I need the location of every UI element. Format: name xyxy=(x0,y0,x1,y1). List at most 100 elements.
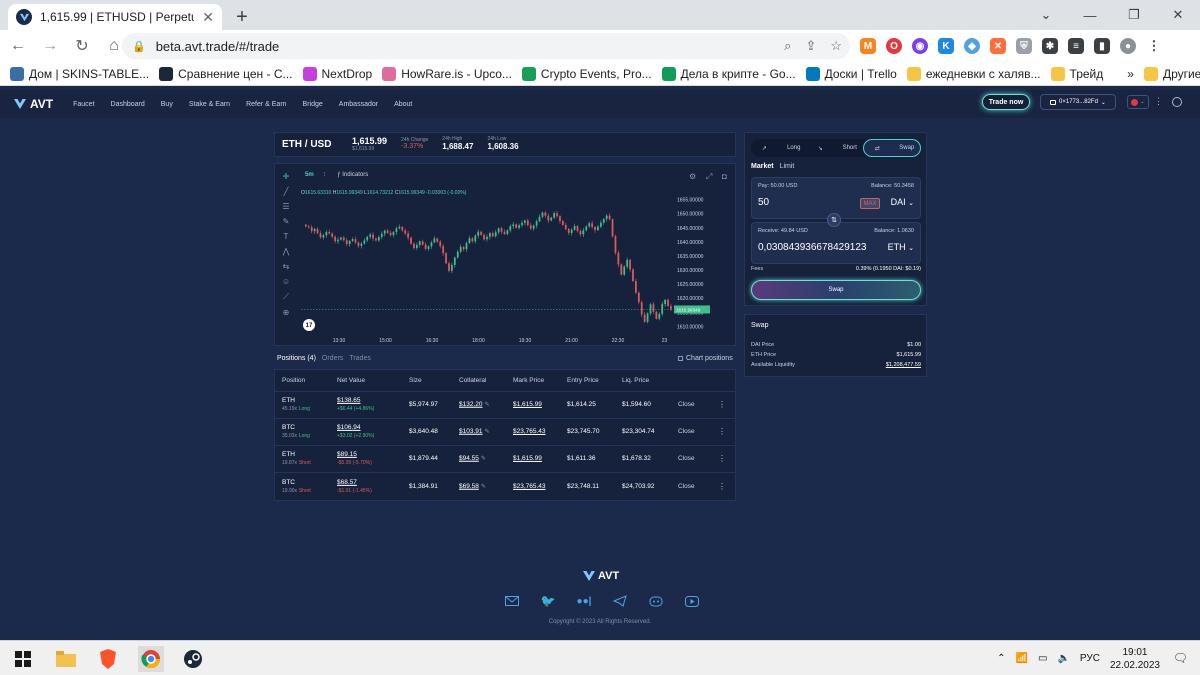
extensions-puzzle-icon[interactable]: ✱ xyxy=(1042,38,1058,54)
edit-pencil-icon[interactable]: ✎ xyxy=(481,456,486,462)
nav-link-about[interactable]: About xyxy=(394,101,412,108)
steam-icon[interactable] xyxy=(180,646,206,672)
side-panel-icon[interactable]: ▮ xyxy=(1094,38,1110,54)
reload-icon[interactable]: ↻ xyxy=(68,32,96,60)
candle-type-icon[interactable]: ⫶ xyxy=(324,172,326,179)
chrome-icon[interactable] xyxy=(138,646,164,672)
nav-link-refer[interactable]: Refer & Earn xyxy=(246,101,286,108)
bookmark-item[interactable]: HowRare.is - Upco... xyxy=(382,66,512,81)
pay-token-selector[interactable]: DAI ⌄ xyxy=(891,197,914,207)
row-menu-icon[interactable]: ⋮ xyxy=(718,482,726,492)
edit-pencil-icon[interactable]: ✎ xyxy=(481,483,486,489)
nav-link-stake[interactable]: Stake & Earn xyxy=(189,101,230,108)
bookmark-item[interactable]: Трейд xyxy=(1050,66,1103,81)
receive-token-selector[interactable]: ETH ⌄ xyxy=(888,242,914,252)
close-position-button[interactable]: Close xyxy=(678,401,695,409)
tab-long[interactable]: ↗ Long xyxy=(751,139,807,157)
trade-now-button[interactable]: Trade now xyxy=(982,94,1030,110)
restore-icon[interactable]: ❐ xyxy=(1112,0,1156,30)
battery-icon[interactable]: ▭ xyxy=(1038,653,1047,664)
language-indicator[interactable]: РУС xyxy=(1080,653,1100,664)
extension-k-icon[interactable]: K xyxy=(938,38,954,54)
other-bookmarks[interactable]: Другие закладки xyxy=(1143,66,1200,81)
network-wifi-icon[interactable]: 📶 xyxy=(1016,653,1028,664)
email-icon[interactable] xyxy=(504,595,520,607)
browser-menu-icon[interactable]: ⋮ xyxy=(1146,38,1162,54)
text-icon[interactable]: T xyxy=(284,232,289,241)
pair-selector[interactable]: ETH / USD xyxy=(282,139,352,150)
camera-icon[interactable]: ◘ xyxy=(722,172,727,181)
bookmarks-more-button[interactable]: » xyxy=(1127,67,1134,81)
max-button[interactable]: MAX xyxy=(860,198,880,209)
pay-amount-input[interactable]: 50 xyxy=(758,197,769,208)
close-tab-icon[interactable]: ✕ xyxy=(202,9,214,26)
extension-shield-icon[interactable]: ⛨ xyxy=(1016,38,1032,54)
timeframe-button[interactable]: 5m xyxy=(305,172,314,178)
tab-market[interactable]: Market xyxy=(751,163,774,170)
chart-positions-toggle[interactable]: Chart positions xyxy=(678,355,733,362)
tray-chevron-up-icon[interactable]: ⌃ xyxy=(997,653,1005,664)
position-asset[interactable]: ETH 19.87x Short xyxy=(282,451,311,467)
measure-icon[interactable]: ⇆ xyxy=(283,262,290,271)
indicators-button[interactable]: ƒ Indicators xyxy=(337,172,368,178)
opera-extension-icon[interactable]: O xyxy=(886,38,902,54)
row-menu-icon[interactable]: ⋮ xyxy=(718,400,726,410)
tab-limit[interactable]: Limit xyxy=(780,163,795,170)
minimize-icon[interactable]: — xyxy=(1068,0,1112,30)
file-explorer-icon[interactable] xyxy=(53,646,79,672)
fib-icon[interactable]: ☰ xyxy=(282,202,289,211)
collateral[interactable]: $69.58 ✎ xyxy=(459,482,486,491)
tab-swap[interactable]: ⇄ Swap xyxy=(863,139,921,157)
lock-icon[interactable]: 🔒 xyxy=(132,40,146,53)
medium-icon[interactable]: ●●| xyxy=(576,595,592,607)
brush-icon[interactable]: ✎ xyxy=(283,217,290,226)
nav-link-ambassador[interactable]: Ambassador xyxy=(339,101,378,108)
notifications-icon[interactable]: 🗨 xyxy=(1173,651,1188,665)
telegram-icon[interactable] xyxy=(612,595,628,607)
avt-logo[interactable]: AVT xyxy=(14,97,53,111)
network-selector[interactable]: ⌄ xyxy=(1127,95,1149,109)
row-menu-icon[interactable]: ⋮ xyxy=(718,427,726,437)
mark-price[interactable]: $23,765.43 xyxy=(513,428,546,436)
chart-settings-icon[interactable]: ⚙ xyxy=(689,172,696,181)
volume-icon[interactable]: 🔈 xyxy=(1057,653,1069,664)
globe-icon[interactable] xyxy=(1172,97,1182,107)
extension-orange-icon[interactable]: ✕ xyxy=(990,38,1006,54)
nav-link-dashboard[interactable]: Dashboard xyxy=(111,101,145,108)
swap-direction-icon[interactable]: ⇅ xyxy=(827,213,841,227)
wallet-button[interactable]: 0×1773...82Fd ⌄ xyxy=(1040,94,1116,110)
close-window-icon[interactable]: ✕ xyxy=(1156,0,1200,30)
collateral[interactable]: $103.91 ✎ xyxy=(459,428,490,437)
brave-icon[interactable] xyxy=(95,646,121,672)
bookmark-item[interactable]: Доски | Trello xyxy=(805,66,897,81)
reading-list-icon[interactable]: ≡ xyxy=(1068,38,1084,54)
extension-purple-icon[interactable]: ◉ xyxy=(912,38,928,54)
discord-icon[interactable] xyxy=(648,595,664,607)
crosshair-icon[interactable]: ✛ xyxy=(283,172,290,181)
bookmark-item[interactable]: Сравнение цен - С... xyxy=(159,66,293,81)
twitter-icon[interactable]: 🐦 xyxy=(540,594,556,608)
bookmark-item[interactable]: Дом | SKINS-TABLE... xyxy=(10,66,149,81)
url-input[interactable]: 🔒 beta.avt.trade/#/trade ⌕ ⇪ ☆ xyxy=(122,33,850,59)
candlestick-chart[interactable]: 1655.00000 1650.00000 1645.00000 1640.00000… xyxy=(299,184,735,346)
pattern-icon[interactable]: ⋀ xyxy=(283,247,290,256)
back-arrow-icon[interactable]: ← xyxy=(4,32,32,60)
bookmark-star-icon[interactable]: ☆ xyxy=(830,38,842,54)
position-asset[interactable]: BTC 35.03x Long xyxy=(282,424,310,440)
bookmark-item[interactable]: Crypto Events, Pro... xyxy=(521,66,652,81)
position-asset[interactable]: ETH 45.19x Long xyxy=(282,397,310,413)
close-position-button[interactable]: Close xyxy=(678,455,695,463)
close-position-button[interactable]: Close xyxy=(678,482,695,490)
nav-link-bridge[interactable]: Bridge xyxy=(303,101,323,108)
edit-pencil-icon[interactable]: ✎ xyxy=(485,402,490,408)
checkbox[interactable] xyxy=(678,356,683,361)
mark-price[interactable]: $23,765.43 xyxy=(513,482,546,490)
more-menu-icon[interactable]: ⋮ xyxy=(1154,96,1163,107)
nav-link-buy[interactable]: Buy xyxy=(161,101,173,108)
tab-positions[interactable]: Positions (4) xyxy=(277,355,316,362)
net-value[interactable]: $106.94 +$3.02 (+2.90%) xyxy=(337,424,374,440)
new-tab-button[interactable]: + xyxy=(228,4,256,30)
net-value[interactable]: $68.57 -$1.01 (-1.45%) xyxy=(337,478,372,494)
collateral[interactable]: $94.55 ✎ xyxy=(459,455,486,464)
metamask-extension-icon[interactable]: M xyxy=(860,38,876,54)
